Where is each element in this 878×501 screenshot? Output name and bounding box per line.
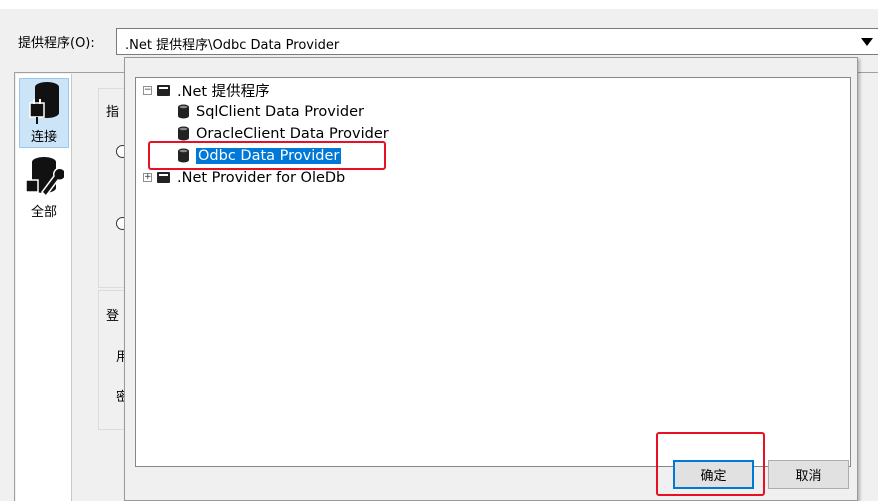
background-specify-label: 指	[106, 105, 120, 120]
cancel-button[interactable]: 取消	[768, 460, 849, 489]
database-icon	[178, 126, 189, 141]
highlight-annotation-odbc	[148, 141, 386, 170]
database-wrench-icon	[25, 157, 64, 198]
tree-node-label: .Net Provider for OleDb	[177, 169, 346, 186]
tree-node-label: .Net 提供程序	[177, 84, 270, 100]
tree-node-net-providers[interactable]: − .Net 提供程序	[143, 80, 270, 101]
combobox-dropdown-arrow-icon[interactable]	[855, 30, 878, 53]
database-plug-icon	[29, 82, 59, 124]
folder-icon	[157, 172, 170, 183]
provider-combobox-value: .Net 提供程序\Odbc Data Provider	[125, 38, 340, 53]
highlight-annotation-ok	[656, 432, 765, 496]
tree-node-sqlclient[interactable]: SqlClient Data Provider	[177, 101, 364, 122]
database-icon	[178, 104, 189, 119]
folder-icon	[157, 85, 170, 96]
nav-item-all[interactable]: 全部	[19, 154, 69, 224]
background-login-label: 登	[106, 309, 120, 324]
provider-tree[interactable]: − .Net 提供程序 SqlClient Data Provider Orac…	[135, 77, 851, 467]
tree-node-oledb-providers[interactable]: + .Net Provider for OleDb	[143, 167, 345, 188]
nav-item-all-label: 全部	[30, 205, 57, 220]
tree-node-label: SqlClient Data Provider	[196, 103, 364, 120]
provider-label: 提供程序(O):	[18, 36, 95, 51]
top-strip	[0, 0, 878, 9]
expand-icon[interactable]: +	[143, 173, 152, 182]
collapse-icon[interactable]: −	[143, 86, 152, 95]
tree-node-label: OracleClient Data Provider	[196, 125, 389, 142]
nav-item-connection-label: 连接	[30, 130, 57, 145]
provider-combobox[interactable]: .Net 提供程序\Odbc Data Provider	[116, 28, 878, 55]
nav-item-connection[interactable]: 连接	[19, 78, 69, 148]
